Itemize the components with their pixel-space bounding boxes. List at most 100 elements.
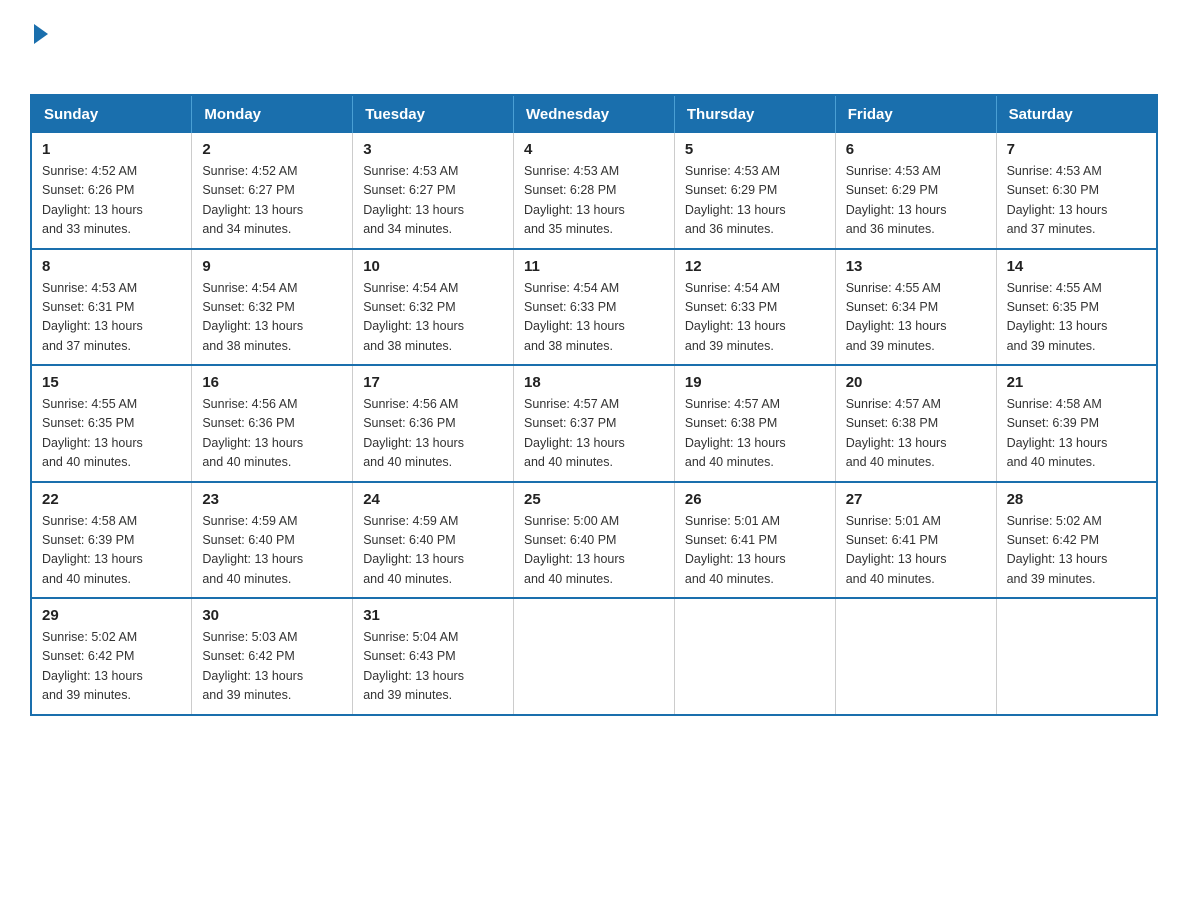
calendar-cell: 27 Sunrise: 5:01 AM Sunset: 6:41 PM Dayl… (835, 482, 996, 599)
calendar-cell: 15 Sunrise: 4:55 AM Sunset: 6:35 PM Dayl… (31, 365, 192, 482)
calendar-cell: 11 Sunrise: 4:54 AM Sunset: 6:33 PM Dayl… (514, 249, 675, 366)
page-header: General (30, 20, 1158, 76)
day-info: Sunrise: 5:01 AM Sunset: 6:41 PM Dayligh… (685, 512, 825, 590)
calendar-table: SundayMondayTuesdayWednesdayThursdayFrid… (30, 94, 1158, 716)
day-number: 31 (363, 607, 503, 624)
day-info: Sunrise: 4:52 AM Sunset: 6:26 PM Dayligh… (42, 162, 181, 240)
calendar-cell (674, 598, 835, 715)
day-info: Sunrise: 4:59 AM Sunset: 6:40 PM Dayligh… (202, 512, 342, 590)
calendar-cell: 12 Sunrise: 4:54 AM Sunset: 6:33 PM Dayl… (674, 249, 835, 366)
day-info: Sunrise: 5:01 AM Sunset: 6:41 PM Dayligh… (846, 512, 986, 590)
calendar-cell: 28 Sunrise: 5:02 AM Sunset: 6:42 PM Dayl… (996, 482, 1157, 599)
day-number: 17 (363, 374, 503, 391)
calendar-cell (996, 598, 1157, 715)
day-number: 28 (1007, 491, 1146, 508)
day-number: 15 (42, 374, 181, 391)
day-number: 30 (202, 607, 342, 624)
calendar-week-row: 8 Sunrise: 4:53 AM Sunset: 6:31 PM Dayli… (31, 249, 1157, 366)
day-number: 22 (42, 491, 181, 508)
calendar-cell: 24 Sunrise: 4:59 AM Sunset: 6:40 PM Dayl… (353, 482, 514, 599)
day-info: Sunrise: 4:53 AM Sunset: 6:30 PM Dayligh… (1007, 162, 1146, 240)
logo-arrow-icon (34, 24, 48, 44)
day-info: Sunrise: 4:54 AM Sunset: 6:32 PM Dayligh… (363, 279, 503, 357)
day-number: 26 (685, 491, 825, 508)
calendar-cell: 2 Sunrise: 4:52 AM Sunset: 6:27 PM Dayli… (192, 133, 353, 249)
day-number: 5 (685, 141, 825, 158)
day-info: Sunrise: 4:59 AM Sunset: 6:40 PM Dayligh… (363, 512, 503, 590)
calendar-cell: 7 Sunrise: 4:53 AM Sunset: 6:30 PM Dayli… (996, 133, 1157, 249)
day-info: Sunrise: 4:57 AM Sunset: 6:37 PM Dayligh… (524, 395, 664, 473)
calendar-cell: 6 Sunrise: 4:53 AM Sunset: 6:29 PM Dayli… (835, 133, 996, 249)
calendar-week-row: 15 Sunrise: 4:55 AM Sunset: 6:35 PM Dayl… (31, 365, 1157, 482)
day-info: Sunrise: 5:02 AM Sunset: 6:42 PM Dayligh… (1007, 512, 1146, 590)
day-number: 19 (685, 374, 825, 391)
calendar-cell: 21 Sunrise: 4:58 AM Sunset: 6:39 PM Dayl… (996, 365, 1157, 482)
day-info: Sunrise: 4:56 AM Sunset: 6:36 PM Dayligh… (363, 395, 503, 473)
calendar-cell: 13 Sunrise: 4:55 AM Sunset: 6:34 PM Dayl… (835, 249, 996, 366)
calendar-cell: 5 Sunrise: 4:53 AM Sunset: 6:29 PM Dayli… (674, 133, 835, 249)
calendar-cell: 18 Sunrise: 4:57 AM Sunset: 6:37 PM Dayl… (514, 365, 675, 482)
day-info: Sunrise: 4:53 AM Sunset: 6:31 PM Dayligh… (42, 279, 181, 357)
day-number: 11 (524, 258, 664, 275)
calendar-cell (514, 598, 675, 715)
day-number: 14 (1007, 258, 1146, 275)
calendar-cell: 10 Sunrise: 4:54 AM Sunset: 6:32 PM Dayl… (353, 249, 514, 366)
logo: General (30, 20, 136, 76)
day-info: Sunrise: 4:53 AM Sunset: 6:29 PM Dayligh… (685, 162, 825, 240)
header-tuesday: Tuesday (353, 95, 514, 133)
day-number: 3 (363, 141, 503, 158)
day-info: Sunrise: 4:57 AM Sunset: 6:38 PM Dayligh… (846, 395, 986, 473)
calendar-cell: 16 Sunrise: 4:56 AM Sunset: 6:36 PM Dayl… (192, 365, 353, 482)
day-number: 20 (846, 374, 986, 391)
header-wednesday: Wednesday (514, 95, 675, 133)
day-info: Sunrise: 4:56 AM Sunset: 6:36 PM Dayligh… (202, 395, 342, 473)
day-info: Sunrise: 4:53 AM Sunset: 6:27 PM Dayligh… (363, 162, 503, 240)
day-info: Sunrise: 5:03 AM Sunset: 6:42 PM Dayligh… (202, 628, 342, 706)
day-number: 27 (846, 491, 986, 508)
day-number: 12 (685, 258, 825, 275)
calendar-cell: 29 Sunrise: 5:02 AM Sunset: 6:42 PM Dayl… (31, 598, 192, 715)
calendar-cell: 14 Sunrise: 4:55 AM Sunset: 6:35 PM Dayl… (996, 249, 1157, 366)
calendar-cell: 4 Sunrise: 4:53 AM Sunset: 6:28 PM Dayli… (514, 133, 675, 249)
day-number: 23 (202, 491, 342, 508)
day-info: Sunrise: 5:02 AM Sunset: 6:42 PM Dayligh… (42, 628, 181, 706)
day-info: Sunrise: 4:54 AM Sunset: 6:33 PM Dayligh… (685, 279, 825, 357)
day-info: Sunrise: 4:58 AM Sunset: 6:39 PM Dayligh… (1007, 395, 1146, 473)
header-saturday: Saturday (996, 95, 1157, 133)
day-info: Sunrise: 4:55 AM Sunset: 6:34 PM Dayligh… (846, 279, 986, 357)
calendar-week-row: 1 Sunrise: 4:52 AM Sunset: 6:26 PM Dayli… (31, 133, 1157, 249)
day-info: Sunrise: 4:52 AM Sunset: 6:27 PM Dayligh… (202, 162, 342, 240)
day-number: 4 (524, 141, 664, 158)
day-info: Sunrise: 4:58 AM Sunset: 6:39 PM Dayligh… (42, 512, 181, 590)
day-info: Sunrise: 5:00 AM Sunset: 6:40 PM Dayligh… (524, 512, 664, 590)
calendar-cell: 3 Sunrise: 4:53 AM Sunset: 6:27 PM Dayli… (353, 133, 514, 249)
day-number: 6 (846, 141, 986, 158)
calendar-cell: 8 Sunrise: 4:53 AM Sunset: 6:31 PM Dayli… (31, 249, 192, 366)
calendar-cell: 23 Sunrise: 4:59 AM Sunset: 6:40 PM Dayl… (192, 482, 353, 599)
day-number: 2 (202, 141, 342, 158)
day-info: Sunrise: 4:53 AM Sunset: 6:28 PM Dayligh… (524, 162, 664, 240)
day-number: 13 (846, 258, 986, 275)
header-thursday: Thursday (674, 95, 835, 133)
day-number: 18 (524, 374, 664, 391)
day-number: 7 (1007, 141, 1146, 158)
calendar-cell (835, 598, 996, 715)
day-number: 29 (42, 607, 181, 624)
calendar-cell: 25 Sunrise: 5:00 AM Sunset: 6:40 PM Dayl… (514, 482, 675, 599)
day-number: 8 (42, 258, 181, 275)
day-number: 1 (42, 141, 181, 158)
day-info: Sunrise: 5:04 AM Sunset: 6:43 PM Dayligh… (363, 628, 503, 706)
calendar-cell: 22 Sunrise: 4:58 AM Sunset: 6:39 PM Dayl… (31, 482, 192, 599)
day-number: 21 (1007, 374, 1146, 391)
day-number: 16 (202, 374, 342, 391)
day-number: 25 (524, 491, 664, 508)
calendar-cell: 31 Sunrise: 5:04 AM Sunset: 6:43 PM Dayl… (353, 598, 514, 715)
day-info: Sunrise: 4:55 AM Sunset: 6:35 PM Dayligh… (42, 395, 181, 473)
calendar-cell: 19 Sunrise: 4:57 AM Sunset: 6:38 PM Dayl… (674, 365, 835, 482)
header-monday: Monday (192, 95, 353, 133)
calendar-cell: 26 Sunrise: 5:01 AM Sunset: 6:41 PM Dayl… (674, 482, 835, 599)
header-sunday: Sunday (31, 95, 192, 133)
day-info: Sunrise: 4:54 AM Sunset: 6:32 PM Dayligh… (202, 279, 342, 357)
calendar-cell: 9 Sunrise: 4:54 AM Sunset: 6:32 PM Dayli… (192, 249, 353, 366)
day-number: 24 (363, 491, 503, 508)
